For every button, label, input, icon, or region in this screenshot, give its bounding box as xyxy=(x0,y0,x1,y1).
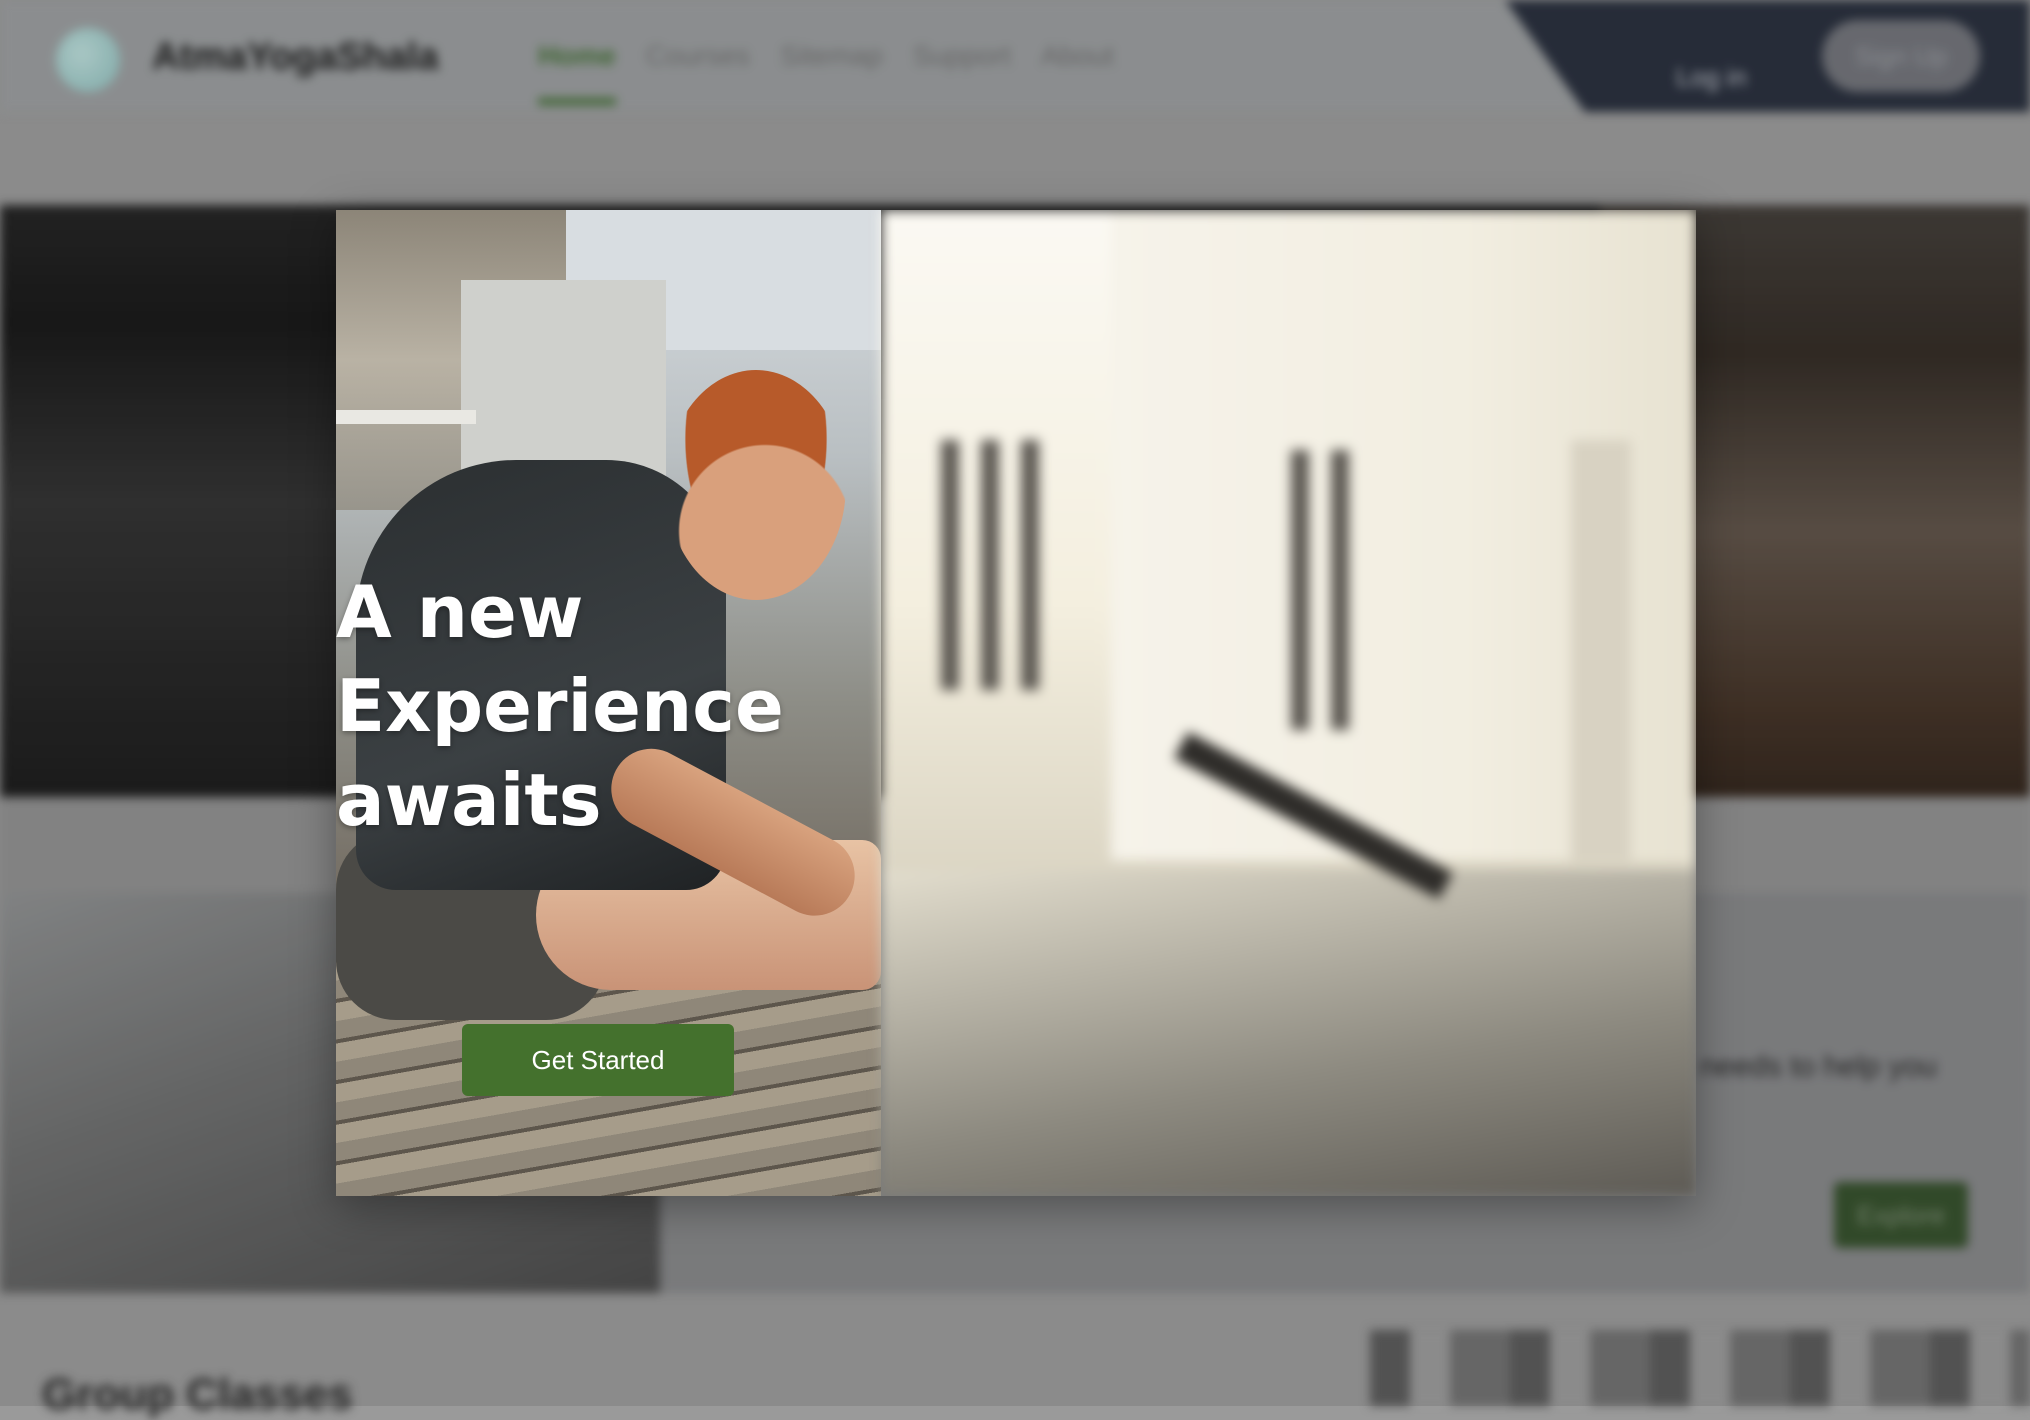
headline-line-1: A new xyxy=(336,570,584,654)
photo-post xyxy=(981,440,999,690)
headline-line-3: awaits xyxy=(336,758,602,842)
get-started-button[interactable]: Get Started xyxy=(462,1024,734,1096)
modal-photo-panel: A new Experience awaits Get Started xyxy=(336,210,881,1196)
photo-railing xyxy=(336,410,476,424)
modal-blurred-photo xyxy=(881,210,1696,1196)
photo-post xyxy=(941,440,959,690)
photo-floor xyxy=(881,870,1696,1196)
photo-post xyxy=(1021,440,1039,690)
photo-post xyxy=(1331,450,1349,730)
headline-line-2: Experience xyxy=(336,664,784,748)
photo-post xyxy=(1291,450,1309,730)
welcome-modal: A new Experience awaits Get Started xyxy=(336,210,1696,1196)
photo-window xyxy=(1571,440,1631,860)
modal-headline: A new Experience awaits xyxy=(336,565,816,847)
